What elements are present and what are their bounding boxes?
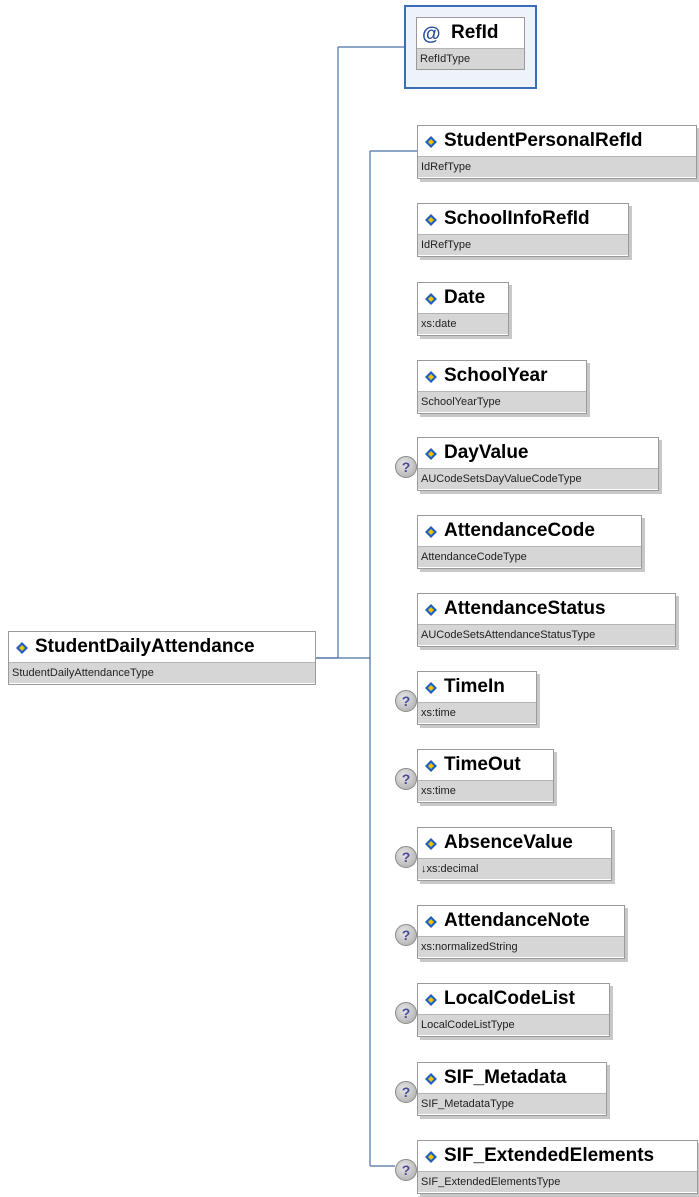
element-name: SIF_Metadata — [444, 1067, 567, 1088]
attribute-node-refid[interactable]: @ RefId RefIdType — [404, 5, 537, 89]
optional-question-icon: ? — [395, 846, 417, 868]
element-type: AUCodeSetsAttendanceStatusType — [418, 624, 675, 645]
attribute-name: RefId — [451, 22, 499, 43]
element-node-absencevalue[interactable]: AbsenceValue ↓xs:decimal — [417, 827, 612, 881]
element-name: TimeIn — [444, 676, 505, 697]
element-node-attendancecode[interactable]: AttendanceCode AttendanceCodeType — [417, 515, 642, 569]
element-type: LocalCodeListType — [418, 1014, 609, 1035]
element-type: ↓xs:decimal — [418, 858, 611, 879]
element-name: AttendanceStatus — [444, 598, 606, 619]
element-icon — [425, 1151, 437, 1163]
element-node-schoolyear[interactable]: SchoolYear SchoolYearType — [417, 360, 587, 414]
element-node-sif-metadata[interactable]: SIF_Metadata SIF_MetadataType — [417, 1062, 607, 1116]
attribute-at-icon: @ — [422, 24, 441, 45]
element-node-schoolinforefid[interactable]: SchoolInfoRefId IdRefType — [417, 203, 629, 257]
element-name: StudentPersonalRefId — [444, 130, 643, 151]
optional-question-icon: ? — [395, 1081, 417, 1103]
element-node-attendancenote[interactable]: AttendanceNote xs:normalizedString — [417, 905, 625, 959]
element-name: TimeOut — [444, 754, 521, 775]
element-icon — [425, 1073, 437, 1085]
element-type: xs:time — [418, 780, 553, 801]
element-type: SchoolYearType — [418, 391, 586, 412]
element-icon — [425, 994, 437, 1006]
element-node-timeout[interactable]: TimeOut xs:time — [417, 749, 554, 803]
element-node-date[interactable]: Date xs:date — [417, 282, 509, 336]
element-type: xs:time — [418, 702, 536, 723]
element-type: IdRefType — [418, 156, 696, 177]
optional-question-icon: ? — [395, 456, 417, 478]
element-icon — [425, 526, 437, 538]
element-name: LocalCodeList — [444, 988, 575, 1009]
element-type: xs:normalizedString — [418, 936, 624, 957]
root-element-node[interactable]: StudentDailyAttendance StudentDailyAtten… — [8, 631, 316, 685]
element-icon — [425, 214, 437, 226]
element-icon — [425, 838, 437, 850]
element-icon — [425, 448, 437, 460]
element-name: SIF_ExtendedElements — [444, 1145, 655, 1166]
optional-question-icon: ? — [395, 1159, 417, 1181]
optional-question-icon: ? — [395, 924, 417, 946]
element-icon — [16, 642, 28, 654]
element-type: AttendanceCodeType — [418, 546, 641, 567]
element-node-sif-extendedelements[interactable]: SIF_ExtendedElements SIF_ExtendedElements… — [417, 1140, 698, 1194]
element-icon — [425, 682, 437, 694]
optional-question-icon: ? — [395, 690, 417, 712]
element-icon — [425, 136, 437, 148]
element-name: Date — [444, 287, 486, 308]
element-node-dayvalue[interactable]: DayValue AUCodeSetsDayValueCodeType — [417, 437, 659, 491]
element-icon — [425, 604, 437, 616]
optional-question-icon: ? — [395, 1002, 417, 1024]
element-type: IdRefType — [418, 234, 628, 255]
element-name: AbsenceValue — [444, 832, 573, 853]
element-icon — [425, 293, 437, 305]
root-element-name: StudentDailyAttendance — [35, 636, 255, 657]
element-name: SchoolYear — [444, 365, 548, 386]
element-icon — [425, 916, 437, 928]
element-type: AUCodeSetsDayValueCodeType — [418, 468, 658, 489]
element-node-timein[interactable]: TimeIn xs:time — [417, 671, 537, 725]
element-name: AttendanceNote — [444, 910, 590, 931]
schema-diagram: StudentDailyAttendance StudentDailyAtten… — [0, 0, 699, 1197]
element-type: SIF_MetadataType — [418, 1093, 606, 1114]
root-element-type: StudentDailyAttendanceType — [9, 662, 315, 683]
element-node-localcodelist[interactable]: LocalCodeList LocalCodeListType — [417, 983, 610, 1037]
element-node-studentpersonalrefid[interactable]: StudentPersonalRefId IdRefType — [417, 125, 697, 179]
element-node-attendancestatus[interactable]: AttendanceStatus AUCodeSetsAttendanceStat… — [417, 593, 676, 647]
element-name: DayValue — [444, 442, 529, 463]
element-icon — [425, 371, 437, 383]
element-type: SIF_ExtendedElementsType — [418, 1171, 697, 1192]
element-icon — [425, 760, 437, 772]
attribute-type: RefIdType — [417, 48, 524, 69]
element-type: xs:date — [418, 313, 508, 334]
optional-question-icon: ? — [395, 768, 417, 790]
element-name: AttendanceCode — [444, 520, 595, 541]
element-name: SchoolInfoRefId — [444, 208, 590, 229]
